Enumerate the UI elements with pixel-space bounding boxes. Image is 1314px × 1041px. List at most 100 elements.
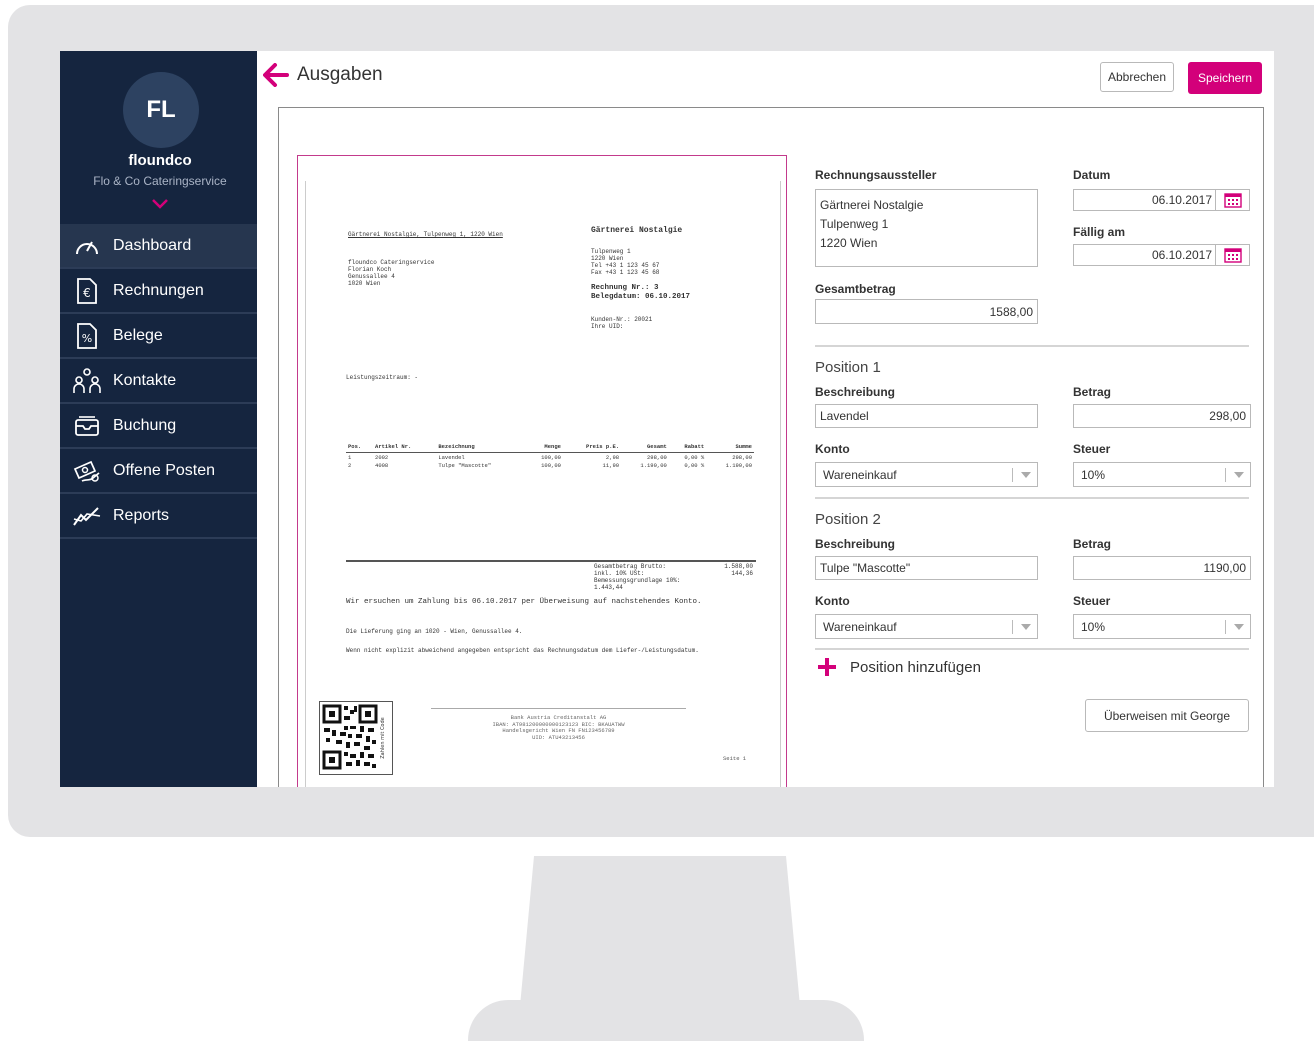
invoice-col-header: Summe — [706, 443, 754, 453]
sidebar-item-kontakte[interactable]: Kontakte — [60, 359, 257, 404]
invoice-period: Leistungszeitraum: - — [346, 374, 419, 381]
table-cell: 1 — [348, 454, 352, 461]
select-value: Wareneinkauf — [823, 467, 897, 482]
table-cell: 100,00 — [541, 462, 561, 469]
transfer-george-button[interactable]: Überweisen mit George — [1085, 699, 1249, 732]
table-cell: Tulpe "Mascotte" — [438, 462, 492, 469]
invoice-number: Rechnung Nr.: 3 Belegdatum: 06.10.2017 — [591, 284, 691, 301]
issuer-label: Rechnungsaussteller — [815, 168, 937, 182]
position-1-account-select[interactable]: Wareneinkauf — [815, 462, 1038, 487]
chevron-down-icon — [1232, 471, 1246, 478]
back-arrow-icon[interactable] — [263, 63, 289, 92]
sidebar-item-label: Belege — [113, 326, 163, 344]
chevron-down-icon — [1232, 623, 1246, 630]
description-label: Beschreibung — [815, 537, 896, 551]
issuer-field[interactable]: Gärtnerei Nostalgie Tulpenweg 1 1220 Wie… — [815, 189, 1038, 267]
invoice-recipient-address: floundco Cateringservice Florian Koch Ge… — [348, 259, 435, 287]
table-cell: 298,00 — [647, 454, 667, 461]
amount-label: Betrag — [1073, 385, 1112, 399]
sidebar-item-label: Buchung — [113, 416, 177, 434]
company-name: floundco — [128, 152, 192, 169]
position-1-description-field[interactable]: Lavendel — [815, 404, 1038, 428]
date-label: Datum — [1073, 168, 1111, 182]
total-field[interactable]: 1588,00 — [815, 299, 1038, 324]
add-position-label: Position hinzufügen — [850, 658, 981, 676]
table-cell: 298,00 — [732, 454, 752, 461]
sidebar-item-dashboard[interactable]: Dashboard — [60, 224, 257, 269]
invoice-col-header: Menge — [525, 443, 563, 453]
select-value: 10% — [1081, 467, 1106, 482]
invoice-sender-line: Gärtnerei Nostalgie, Tulpenweg 1, 1220 W… — [348, 231, 503, 238]
position-2-description-field[interactable]: Tulpe "Mascotte" — [815, 556, 1038, 580]
due-date-label: Fällig am — [1073, 225, 1126, 239]
invoice-footer-divider — [431, 708, 686, 709]
tax-label: Steuer — [1073, 442, 1111, 456]
cancel-button[interactable]: Abbrechen — [1100, 62, 1174, 92]
sidebar-nav: Dashboard € Rechnungen % Belege Kontakte — [60, 224, 257, 539]
sidebar-item-buchung[interactable]: Buchung — [60, 404, 257, 449]
sidebar-item-rechnungen[interactable]: € Rechnungen — [60, 269, 257, 314]
table-cell: 4008 — [375, 462, 389, 469]
company-subtitle: Flo & Co Cateringservice — [93, 174, 227, 188]
monitor-base — [468, 1000, 864, 1041]
money-hand-icon — [73, 457, 101, 485]
add-position-button[interactable]: Position hinzufügen — [818, 658, 981, 676]
invoice-issuer-name: Gärtnerei Nostalgie — [591, 226, 683, 235]
table-cell: Lavendel — [438, 454, 465, 461]
invoice-page: Gärtnerei Nostalgie, Tulpenweg 1, 1220 W… — [305, 181, 781, 787]
position-2-title: Position 2 — [815, 511, 881, 528]
position-2-tax-select[interactable]: 10% — [1073, 614, 1251, 639]
sidebar-item-label: Reports — [113, 506, 170, 524]
total-label: Gesamtbetrag — [815, 282, 896, 296]
invoice-page-number: Seite 1 — [723, 755, 747, 762]
select-value: Wareneinkauf — [823, 619, 897, 634]
section-divider — [815, 497, 1249, 499]
sidebar: FL floundco Flo & Co Cateringservice Das… — [60, 51, 257, 787]
invoice-preview[interactable]: Gärtnerei Nostalgie, Tulpenweg 1, 1220 W… — [297, 155, 787, 787]
table-cell: 0,00 % — [684, 462, 705, 469]
invoice-table: Pos. Artikel Nr. Bezeichnung Menge Preis… — [346, 443, 754, 469]
inbox-icon — [73, 412, 101, 440]
calendar-icon[interactable] — [1215, 244, 1250, 266]
save-button[interactable]: Speichern — [1188, 62, 1262, 94]
position-1-amount-field[interactable]: 298,00 — [1073, 404, 1251, 428]
chevron-down-icon — [1019, 471, 1033, 478]
table-cell: 2,98 — [605, 454, 620, 461]
table-cell: 11,90 — [602, 462, 620, 469]
invoice-sum-labels: Gesamtbetrag Brutto: inkl. 10% USt: Beme… — [594, 563, 681, 591]
invoice-col-header: Pos. — [346, 443, 374, 453]
position-2-account-select[interactable]: Wareneinkauf — [815, 614, 1038, 639]
sidebar-item-offene-posten[interactable]: Offene Posten — [60, 449, 257, 494]
table-cell: 1.190,00 — [640, 462, 667, 469]
plus-icon — [818, 658, 836, 676]
calendar-icon[interactable] — [1215, 189, 1250, 211]
invoice-customer-meta: Kunden-Nr.: 20021 Ihre UID: — [591, 316, 653, 330]
position-1-title: Position 1 — [815, 359, 881, 376]
svg-text:%: % — [82, 332, 92, 345]
invoice-col-header: Artikel Nr. — [373, 443, 437, 453]
people-icon — [73, 367, 101, 395]
position-1-tax-select[interactable]: 10% — [1073, 462, 1251, 487]
sidebar-item-label: Kontakte — [113, 371, 177, 389]
table-row: 2 4008 Tulpe "Mascotte" 100,00 11,90 1.1… — [346, 461, 754, 469]
avatar[interactable]: FL — [123, 72, 199, 148]
invoice-bank-details: Bank Austria Creditanstalt AG IBAN: AT98… — [492, 714, 625, 741]
amount-label: Betrag — [1073, 537, 1112, 551]
table-cell: 2002 — [375, 454, 389, 461]
qr-code: Zahlen mit Code — [319, 701, 393, 775]
due-date-field[interactable]: 06.10.2017 — [1073, 244, 1217, 266]
sidebar-item-belege[interactable]: % Belege — [60, 314, 257, 359]
description-label: Beschreibung — [815, 385, 896, 399]
percent-document-icon: % — [73, 322, 101, 350]
gauge-icon — [73, 232, 101, 260]
invoice-col-header: Preis p.E. — [562, 443, 622, 453]
account-label: Konto — [815, 594, 850, 608]
sidebar-item-reports[interactable]: Reports — [60, 494, 257, 539]
position-2-amount-field[interactable]: 1190,00 — [1073, 556, 1251, 580]
date-field[interactable]: 06.10.2017 — [1073, 189, 1217, 211]
main-content: Ausgaben Abbrechen Speichern Gärtnerei N… — [257, 51, 1274, 787]
table-cell: 100,00 — [541, 454, 561, 461]
chevron-down-icon[interactable] — [151, 197, 169, 215]
table-row: 1 2002 Lavendel 100,00 2,98 298,00 0,00 … — [346, 453, 754, 461]
table-cell: 1.190,00 — [725, 462, 752, 469]
